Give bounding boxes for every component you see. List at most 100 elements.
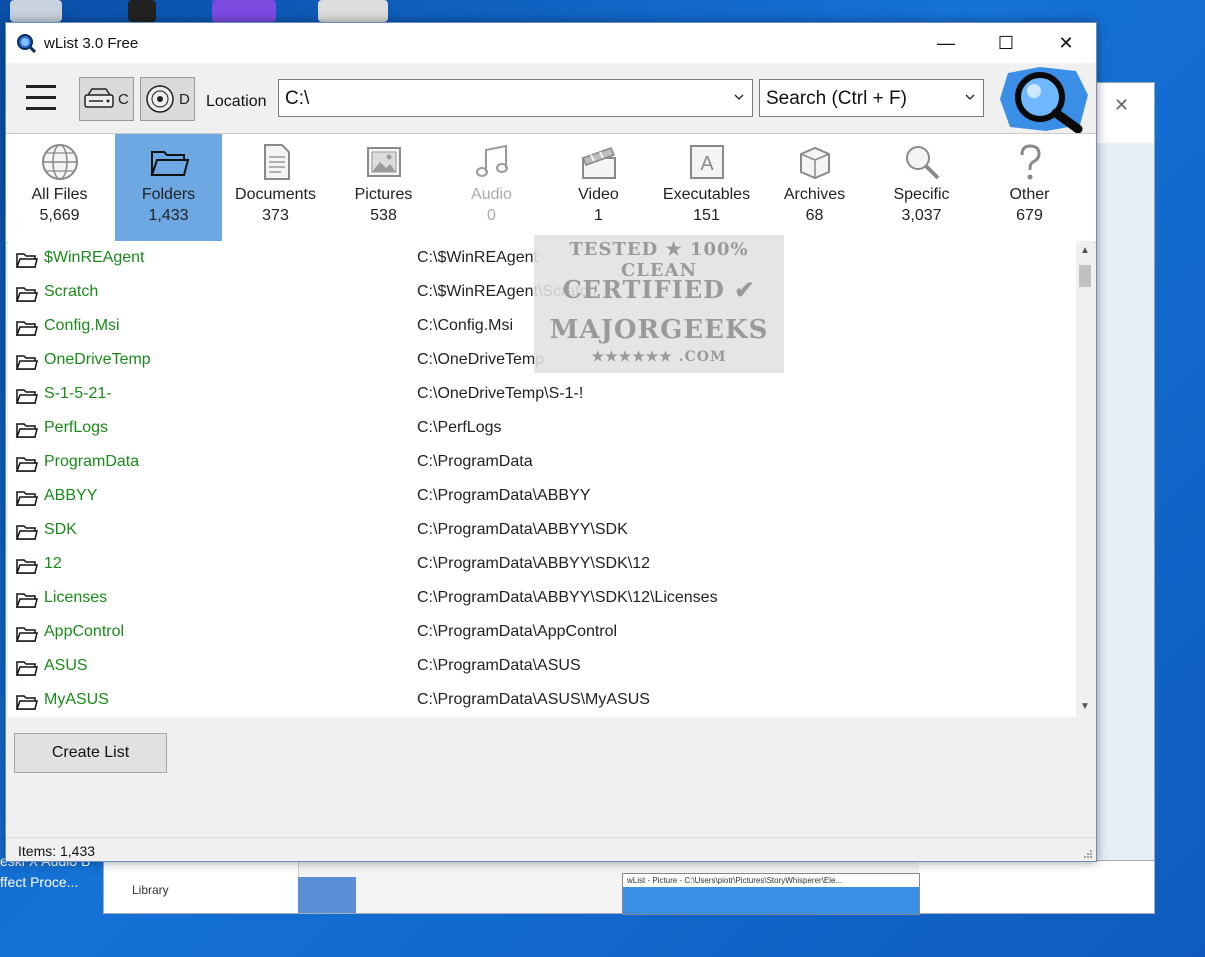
items-count: Items: 1,433 xyxy=(18,843,96,859)
category-folders[interactable]: Folders 1,433 xyxy=(115,134,222,242)
folder-icon-wrap xyxy=(15,659,38,682)
chevron-down-icon[interactable] xyxy=(965,92,975,102)
folder-name: AppControl xyxy=(44,623,125,640)
category-label: Video xyxy=(578,186,619,203)
folder-path: C:\ProgramData\ABBYY xyxy=(417,487,591,504)
folder-icon xyxy=(15,627,38,642)
folder-icon-wrap xyxy=(15,353,38,376)
watermark-text: CERTIFIED ✔ xyxy=(562,275,756,304)
list-item[interactable]: PerfLogs C:\PerfLogs xyxy=(8,411,1076,445)
folder-icon-wrap xyxy=(15,523,38,546)
background-selected-thumb xyxy=(298,877,356,913)
desktop-icon[interactable] xyxy=(318,0,388,22)
category-bar: All Files 5,669 Folders 1,433 Documents … xyxy=(6,133,1096,243)
list-item[interactable]: ABBYY C:\ProgramData\ABBYY xyxy=(8,479,1076,513)
list-item[interactable]: 12 C:\ProgramData\ABBYY\SDK\12 xyxy=(8,547,1076,581)
maximize-button[interactable]: ☐ xyxy=(976,23,1036,63)
folder-path: C:\ProgramData\ABBYY\SDK\12\Licenses xyxy=(417,589,718,606)
folder-icon-wrap xyxy=(15,455,38,478)
close-button[interactable]: ✕ xyxy=(1036,23,1096,63)
folder-icon xyxy=(15,593,38,608)
picture-icon xyxy=(366,147,401,177)
scrollbar-thumb[interactable] xyxy=(1079,265,1091,287)
folder-name: Licenses xyxy=(44,589,108,606)
scroll-up-icon[interactable]: ▲ xyxy=(1080,245,1090,256)
drive-c-button[interactable]: C xyxy=(79,77,134,121)
list-item[interactable]: AppControl C:\ProgramData\AppControl xyxy=(8,615,1076,649)
category-label: Other xyxy=(1009,186,1050,203)
background-window-bottom[interactable]: Library wList - Picture - C:\Users\piotr… xyxy=(103,860,1155,915)
folder-path: C:\OneDriveTemp xyxy=(417,351,545,368)
category-executables[interactable]: A Executables 151 xyxy=(653,134,760,242)
disc-drive-icon xyxy=(146,85,174,113)
list-item[interactable]: S-1-5-21- C:\OneDriveTemp\S-1-! xyxy=(8,377,1076,411)
list-item[interactable]: ProgramData C:\ProgramData xyxy=(8,445,1076,479)
folder-name: SDK xyxy=(44,521,77,538)
desktop-icon[interactable] xyxy=(128,0,156,22)
scroll-down-icon[interactable]: ▼ xyxy=(1080,701,1090,712)
title-bar[interactable]: wList 3.0 Free — ☐ ✕ xyxy=(6,23,1096,63)
folder-icon xyxy=(15,389,38,404)
folder-name: OneDriveTemp xyxy=(44,351,151,368)
minimize-button[interactable]: — xyxy=(916,23,976,63)
document-icon xyxy=(263,144,290,180)
category-pictures[interactable]: Pictures 538 xyxy=(330,134,437,242)
category-archives[interactable]: Archives 68 xyxy=(761,134,868,242)
list-item[interactable]: ASUS C:\ProgramData\ASUS xyxy=(8,649,1076,683)
background-window[interactable]: ✕ xyxy=(1095,82,1155,914)
chevron-down-icon[interactable] xyxy=(734,92,744,102)
folder-path: C:\ProgramData\ABBYY\SDK xyxy=(417,521,628,538)
folder-path: C:\OneDriveTemp\S-1-! xyxy=(417,385,584,402)
background-panel xyxy=(1096,143,1154,913)
wlist-window: wList 3.0 Free — ☐ ✕ C D Location C:\ Se… xyxy=(5,22,1097,862)
category-label: Specific xyxy=(893,186,950,203)
folder-path: C:\$WinREAgent xyxy=(417,249,538,266)
category-count: 373 xyxy=(262,207,289,224)
list-item[interactable]: MyASUS C:\ProgramData\ASUS\MyASUS xyxy=(8,683,1076,717)
category-other[interactable]: Other 679 xyxy=(976,134,1083,242)
background-preview-window[interactable]: wList - Picture - C:\Users\piotr\Picture… xyxy=(622,873,920,915)
folder-name: S-1-5-21- xyxy=(44,385,112,402)
magnifier-icon xyxy=(905,146,939,180)
search-magnifier-icon[interactable] xyxy=(990,65,1094,133)
category-label: All Files xyxy=(31,186,88,203)
music-note-icon xyxy=(475,144,508,177)
list-item[interactable]: Licenses C:\ProgramData\ABBYY\SDK\12\Lice… xyxy=(8,581,1076,615)
location-value: C:\ xyxy=(285,88,310,109)
desktop-label[interactable]: ffect Proce... xyxy=(0,874,78,890)
window-title: wList 3.0 Free xyxy=(44,35,139,52)
folder-icon xyxy=(15,423,38,438)
folder-name: $WinREAgent xyxy=(44,249,145,266)
category-count: 1 xyxy=(594,207,603,224)
folder-name: ASUS xyxy=(44,657,88,674)
category-label: Documents xyxy=(235,186,316,203)
desktop-icon[interactable] xyxy=(10,0,62,22)
folder-icon-wrap xyxy=(15,693,38,716)
folder-icon-wrap xyxy=(15,591,38,614)
drive-d-button[interactable]: D xyxy=(140,77,195,121)
category-audio[interactable]: Audio 0 xyxy=(438,134,545,242)
resize-grip-icon[interactable] xyxy=(1083,849,1093,859)
hamburger-menu-icon[interactable] xyxy=(26,85,56,118)
create-list-button[interactable]: Create List xyxy=(14,733,167,773)
folder-icon-wrap xyxy=(15,285,38,308)
category-specific[interactable]: Specific 3,037 xyxy=(868,134,975,242)
category-video[interactable]: Video 1 xyxy=(545,134,652,242)
desktop-icon[interactable] xyxy=(212,0,276,22)
location-combobox[interactable]: C:\ xyxy=(278,79,753,117)
folder-path: C:\ProgramData\AppControl xyxy=(417,623,618,640)
list-item[interactable]: SDK C:\ProgramData\ABBYY\SDK xyxy=(8,513,1076,547)
category-all-files[interactable]: All Files 5,669 xyxy=(6,134,113,242)
close-icon[interactable]: ✕ xyxy=(1114,95,1129,116)
category-count: 0 xyxy=(487,207,496,224)
category-count: 151 xyxy=(693,207,720,224)
search-combobox[interactable]: Search (Ctrl + F) xyxy=(759,79,984,117)
folder-icon-wrap xyxy=(15,625,38,648)
status-bar: Items: 1,433 xyxy=(6,837,1096,862)
folder-name: 12 xyxy=(44,555,62,572)
folder-path: C:\ProgramData\ASUS xyxy=(417,657,581,674)
category-label: Executables xyxy=(662,186,751,203)
vertical-scrollbar[interactable]: ▲ ▼ xyxy=(1076,241,1094,717)
category-documents[interactable]: Documents 373 xyxy=(222,134,329,242)
executable-icon: A xyxy=(689,145,724,179)
